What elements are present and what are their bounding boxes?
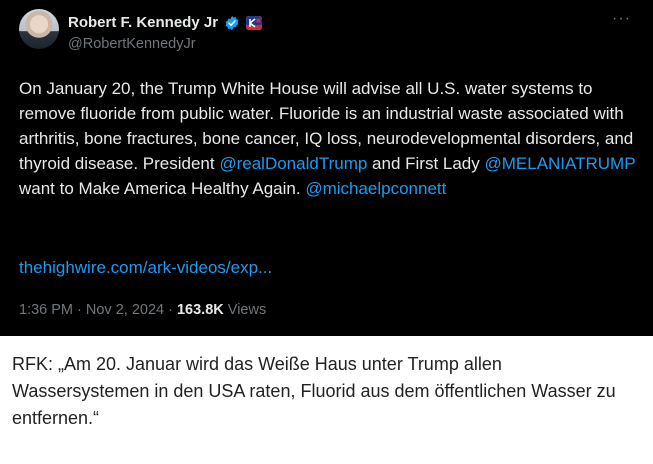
- caption-text: RFK: „Am 20. Januar wird das Weiße Haus …: [12, 354, 616, 428]
- avatar[interactable]: [19, 9, 59, 49]
- mention-melaniatrump[interactable]: @MELANIATRUMP: [484, 154, 635, 173]
- more-options-icon[interactable]: ···: [612, 10, 631, 28]
- meta-separator: ·: [164, 302, 177, 318]
- mention-michaelpconnett[interactable]: @michaelpconnett: [305, 179, 446, 198]
- tweet-text-part: want to Make America Healthy Again.: [19, 179, 306, 198]
- mention-realdonaldtrump[interactable]: @realDonaldTrump: [219, 154, 367, 173]
- author-handle[interactable]: @RobertKennedyJr: [68, 36, 196, 52]
- tweet-text: On January 20, the Trump White House wil…: [19, 76, 639, 201]
- views-count: 163.8K: [176, 302, 224, 318]
- external-link[interactable]: thehighwire.com/ark-videos/exp...: [19, 258, 272, 278]
- tweet-meta: 1:36 PM · Nov 2, 2024 · 163.8K Views: [19, 302, 266, 318]
- tweet-date[interactable]: Nov 2, 2024: [86, 302, 164, 318]
- verified-badge-icon: [225, 15, 239, 30]
- author-row: Robert F. Kennedy Jr: [68, 14, 263, 31]
- tweet-time[interactable]: 1:36 PM: [19, 302, 73, 318]
- tweet-card: Robert F. Kennedy Jr @RobertKennedyJr ··…: [0, 0, 653, 336]
- author-name[interactable]: Robert F. Kennedy Jr: [68, 14, 218, 31]
- meta-separator: ·: [73, 302, 86, 318]
- campaign-flag-icon: [246, 15, 263, 30]
- views-label: Views: [223, 302, 267, 318]
- tweet-text-part: and First Lady: [367, 154, 485, 173]
